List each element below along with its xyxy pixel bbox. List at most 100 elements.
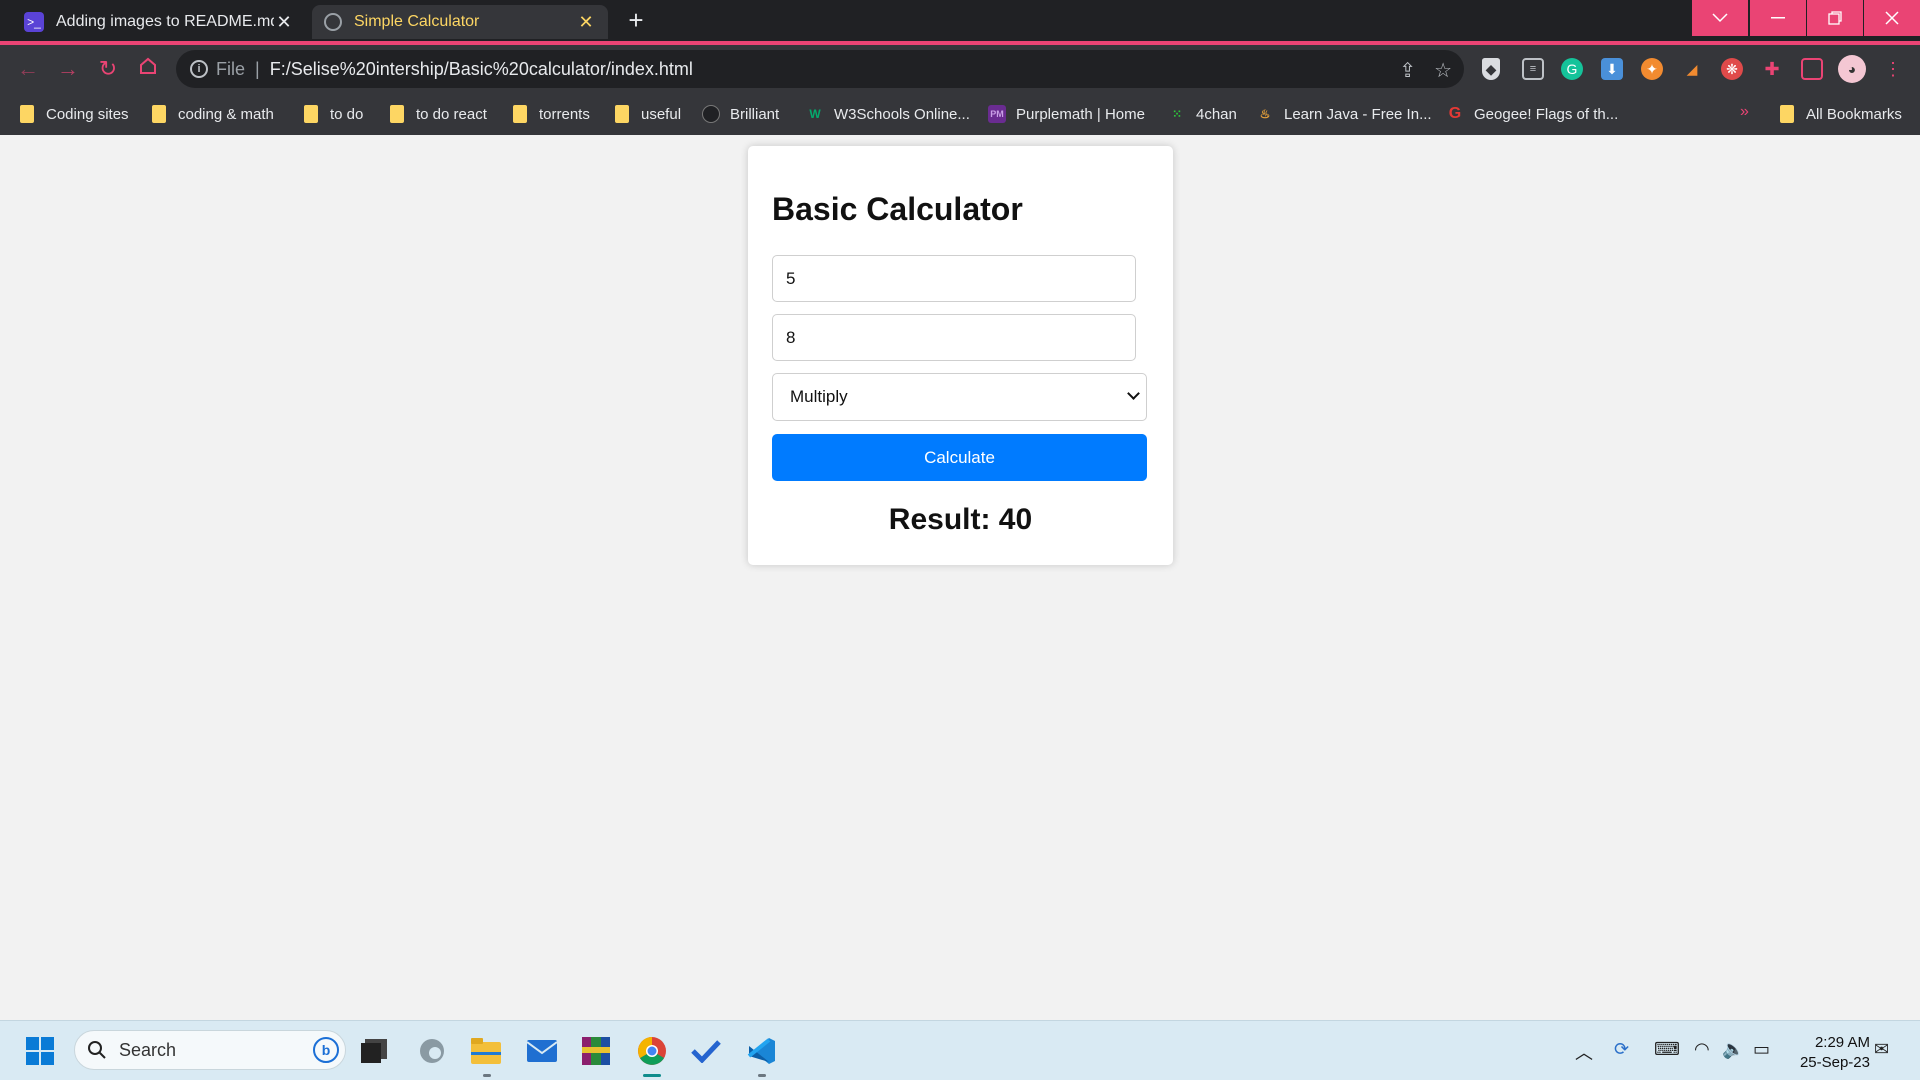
calculate-button[interactable]: Calculate — [772, 434, 1147, 481]
orange-extension-icon[interactable]: ✦ — [1641, 58, 1663, 80]
notification-icon[interactable]: ✉ — [1874, 1039, 1889, 1060]
vpn-extension-icon[interactable]: ◢ — [1681, 58, 1703, 80]
restore-button[interactable] — [1807, 0, 1863, 36]
bookmark-label: 4chan — [1196, 105, 1237, 123]
file-explorer-button[interactable] — [470, 1035, 502, 1067]
calculator-card: Basic Calculator Multiply Calculate Resu… — [748, 146, 1173, 565]
forward-button[interactable]: → — [54, 55, 82, 83]
folder-icon — [390, 105, 404, 123]
bookmark-label: All Bookmarks — [1806, 105, 1902, 123]
bookmark-folder[interactable]: to do — [304, 103, 363, 125]
minimize-button[interactable] — [1750, 0, 1806, 36]
puzzle-icon[interactable]: ✚ — [1761, 58, 1783, 80]
tab-simple-calculator[interactable]: Simple Calculator ✕ — [312, 5, 608, 39]
winrar-button[interactable] — [580, 1035, 612, 1067]
todo-button[interactable] — [690, 1035, 722, 1067]
bookmarks-bar: Coding sites coding & math to do to do r… — [0, 93, 1920, 135]
second-number-input[interactable] — [772, 314, 1136, 361]
info-icon[interactable]: i — [190, 60, 208, 78]
menu-icon[interactable]: ⋮ — [1882, 58, 1904, 80]
wifi-icon[interactable]: ◠ — [1694, 1039, 1710, 1060]
all-bookmarks[interactable]: All Bookmarks — [1780, 103, 1902, 125]
bookmark-folder[interactable]: torrents — [513, 103, 590, 125]
shield-extension-icon[interactable]: ◆ — [1482, 58, 1500, 80]
minimize-icon — [1771, 17, 1785, 19]
search-icon — [88, 1041, 106, 1059]
winrar-icon — [582, 1037, 610, 1065]
close-window-button[interactable] — [1864, 0, 1920, 36]
running-indicator — [643, 1074, 661, 1077]
bookmark-folder[interactable]: useful — [615, 103, 681, 125]
download-extension-icon[interactable]: ⬇ — [1601, 58, 1623, 80]
home-icon — [140, 57, 156, 74]
grammarly-icon[interactable]: G — [1561, 58, 1583, 80]
task-view-button[interactable] — [358, 1035, 390, 1067]
taskbar-search[interactable]: Search b — [74, 1030, 346, 1070]
reader-extension-icon[interactable]: ≡ — [1522, 58, 1544, 80]
bookmark-label: to do — [330, 105, 364, 123]
keyboard-icon[interactable]: ⌨ — [1654, 1039, 1680, 1060]
show-hidden-icons-button[interactable]: ︿ — [1575, 1039, 1593, 1065]
edge-button[interactable] — [416, 1035, 448, 1067]
back-button[interactable]: ← — [14, 55, 42, 83]
url-text[interactable]: F:/Selise%20intership/Basic%20calculator… — [270, 59, 693, 80]
profile-avatar[interactable]: ◕ — [1838, 55, 1866, 83]
bookmark-4chan[interactable]: ⁙ 4chan — [1168, 103, 1237, 125]
purplemath-icon: PM — [988, 105, 1006, 123]
star-icon[interactable]: ☆ — [1434, 58, 1452, 83]
page-title: Basic Calculator — [772, 191, 1023, 227]
close-tab-icon[interactable]: ✕ — [576, 12, 596, 33]
share-icon[interactable]: ⇪ — [1399, 58, 1416, 83]
bookmark-brilliant[interactable]: Brilliant — [702, 103, 779, 125]
java-icon: ♨ — [1259, 107, 1271, 121]
result-text: Result: 40 — [888, 503, 1033, 536]
folder-icon — [304, 105, 318, 123]
chevron-up-icon: ︿ — [1575, 1043, 1593, 1063]
operation-select[interactable]: Multiply — [772, 373, 1147, 421]
bookmark-geogee[interactable]: G Geogee! Flags of th... — [1446, 103, 1619, 125]
bookmark-learn-java[interactable]: ♨ Learn Java - Free In... — [1256, 103, 1432, 125]
bookmark-label: useful — [641, 105, 682, 123]
bing-icon[interactable]: b — [313, 1037, 339, 1063]
folder-icon — [615, 105, 629, 123]
running-indicator — [483, 1074, 491, 1077]
sync-icon[interactable]: ⟳ — [1614, 1039, 1629, 1060]
bookmark-label: to do react — [416, 105, 487, 123]
geogee-icon: G — [1448, 105, 1462, 122]
bookmark-folder[interactable]: to do react — [390, 103, 487, 125]
battery-icon[interactable]: ▭ — [1753, 1039, 1770, 1060]
first-number-input[interactable] — [772, 255, 1136, 302]
folder-icon — [513, 105, 527, 123]
address-bar[interactable]: i File | F:/Selise%20intership/Basic%20c… — [176, 50, 1464, 88]
brilliant-icon — [702, 105, 720, 123]
start-button[interactable] — [24, 1035, 56, 1067]
reload-button[interactable]: ↻ — [94, 55, 122, 83]
bookmark-w3schools[interactable]: W W3Schools Online... — [806, 103, 970, 125]
chevron-down-icon — [1712, 13, 1728, 23]
operation-value: Multiply — [790, 387, 848, 406]
scheme-label: File — [216, 58, 246, 79]
side-panel-icon[interactable] — [1801, 58, 1823, 80]
globe-icon — [324, 13, 342, 31]
clock[interactable]: 2:29 AM 25-Sep-23 — [1790, 1033, 1870, 1073]
mail-button[interactable] — [526, 1035, 558, 1067]
bookmark-folder[interactable]: coding & math — [152, 103, 274, 125]
more-bookmarks-button[interactable]: » — [1740, 103, 1749, 121]
bookmark-label: torrents — [539, 105, 590, 123]
separator: | — [255, 58, 260, 79]
vscode-icon — [747, 1038, 775, 1064]
bookmark-label: Brilliant — [730, 105, 780, 123]
chrome-button[interactable] — [636, 1035, 668, 1067]
vscode-button[interactable] — [746, 1035, 778, 1067]
tab-title: Simple Calculator — [354, 13, 480, 30]
bookmark-folder[interactable]: Coding sites — [20, 103, 129, 125]
tab-readme[interactable]: >_ Adding images to README.md in ✕ — [12, 5, 306, 39]
home-button[interactable] — [134, 55, 162, 83]
red-extension-icon[interactable]: ❋ — [1721, 58, 1743, 80]
bookmark-purplemath[interactable]: PM Purplemath | Home — [988, 103, 1145, 125]
chrome-icon — [638, 1037, 666, 1065]
new-tab-button[interactable]: + — [622, 6, 650, 34]
volume-icon[interactable]: 🔈 — [1722, 1039, 1744, 1060]
close-tab-icon[interactable]: ✕ — [274, 12, 294, 33]
tab-search-button[interactable] — [1692, 0, 1748, 36]
